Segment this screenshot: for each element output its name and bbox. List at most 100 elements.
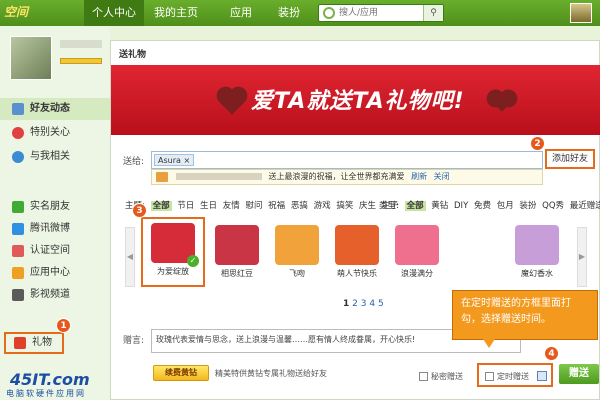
theme-tab[interactable]: 恶搞	[291, 201, 308, 211]
search-submit-button[interactable]: ⚲	[423, 5, 443, 21]
tip-refresh-link[interactable]: 刷新	[411, 172, 427, 181]
heart-icon	[12, 127, 24, 139]
gift-item[interactable]: 相思红豆	[207, 221, 267, 283]
page-link[interactable]: 2	[352, 299, 358, 309]
theme-tab[interactable]: 祝福	[268, 201, 285, 211]
type-tab[interactable]: 包月	[497, 201, 514, 211]
gift-name: 浪漫满分	[401, 269, 433, 278]
type-tab[interactable]: QQ秀	[542, 201, 564, 211]
type-tab[interactable]: 黄钻	[431, 201, 448, 211]
theme-tab[interactable]: 庆生	[359, 201, 376, 211]
banner-text: 爱TA就送TA礼物吧!	[251, 89, 465, 114]
page-link[interactable]: 5	[378, 299, 384, 309]
film-icon	[12, 289, 24, 301]
tip-bar: 送上最浪漫的祝福，让全世界都充满爱 刷新 关闭	[151, 169, 543, 185]
weibo-icon	[12, 223, 24, 235]
gift-name: 相思红豆	[221, 269, 253, 278]
theme-tab[interactable]: 节日	[177, 201, 194, 211]
sidebar-item-app-center[interactable]: 应用中心	[0, 262, 110, 284]
secret-send-label: 秘密赠送	[431, 372, 463, 381]
clover-icon	[12, 201, 24, 213]
theme-tab[interactable]: 生日	[200, 201, 217, 211]
type-filter: 类型: 全部 黄钻 DIY 免费 包月 装扮 QQ秀 最近赠送	[379, 199, 600, 211]
heart-decoration	[219, 89, 245, 115]
sidebar-item-feed[interactable]: 好友动态	[0, 98, 110, 120]
timer-send-checkbox[interactable]	[485, 372, 494, 381]
sidebar-item-label: 特别关心	[30, 127, 70, 138]
nav-decorate[interactable]: 装扮	[270, 0, 308, 26]
gift-next-arrow[interactable]: ▶	[577, 227, 587, 287]
sidebar-item-film[interactable]: 影视频道	[0, 284, 110, 306]
timer-send-label: 定时赠送	[497, 372, 529, 381]
search-box: ⚲	[318, 4, 444, 22]
sidebar-item-gift[interactable]: 礼物	[4, 332, 64, 354]
type-label: 类型:	[379, 201, 399, 211]
theme-tab[interactable]: 友情	[223, 201, 240, 211]
type-tab[interactable]: 免费	[474, 201, 491, 211]
sidebar-item-label: 认证空间	[30, 245, 70, 256]
page-link[interactable]: 3	[361, 299, 367, 309]
gift-item[interactable]: 魔幻香水	[507, 221, 567, 283]
nav-apps[interactable]: 应用	[222, 0, 260, 26]
sidebar-item-special-care[interactable]: 特别关心	[0, 122, 110, 144]
username-blurred	[60, 40, 102, 48]
sidebar-item-label: 应用中心	[30, 267, 70, 278]
step-badge-2: 2	[530, 136, 545, 151]
sidebar-item-related[interactable]: 与我相关	[0, 146, 110, 168]
avatar[interactable]	[10, 36, 52, 80]
type-tab[interactable]: DIY	[454, 201, 468, 211]
theme-tab[interactable]: 游戏	[314, 201, 331, 211]
level-bar	[60, 58, 102, 64]
gift-panel: 送礼物 爱TA就送TA礼物吧! 送给: Asura × 添加好友 送上最浪漫的祝…	[110, 40, 600, 400]
theme-tab[interactable]: 搞笑	[336, 201, 353, 211]
tip-close-link[interactable]: 关闭	[434, 172, 450, 181]
send-button[interactable]: 赠送	[559, 364, 599, 384]
gift-image	[275, 225, 319, 265]
gift-name: 为爱绽放	[157, 267, 189, 276]
page-link[interactable]: 4	[369, 299, 375, 309]
sidebar-item-certified[interactable]: 认证空间	[0, 240, 110, 262]
type-tab[interactable]: 最近赠送	[570, 201, 600, 211]
gift-prev-arrow[interactable]: ◀	[125, 227, 135, 287]
sidebar-item-label: 与我相关	[30, 151, 70, 162]
sidebar-item-weibo[interactable]: 腾讯微博	[0, 218, 110, 240]
recipient-name: Asura	[158, 156, 181, 165]
gift-image	[215, 225, 259, 265]
sidebar-item-real-friends[interactable]: 实名朋友	[0, 196, 110, 218]
logo-text: 空间	[4, 5, 29, 19]
app-logo[interactable]: 空间	[4, 3, 80, 23]
type-tab[interactable]: 装扮	[519, 201, 536, 211]
gift-tip-icon	[156, 172, 168, 182]
vip-promo-text: 精美特供黄钻专属礼物送给好友	[215, 369, 327, 378]
tip-text: 送上最浪漫的祝福，让全世界都充满爱	[268, 172, 405, 181]
message-label: 赠言:	[123, 336, 145, 346]
gift-name: 飞吻	[289, 269, 305, 278]
step-badge-3: 3	[132, 203, 147, 218]
sidebar-item-label: 腾讯微博	[30, 223, 70, 234]
recipient-field[interactable]: Asura ×	[151, 151, 543, 169]
gift-item-selected[interactable]: 为爱绽放 ✓	[141, 217, 205, 287]
gift-image	[335, 225, 379, 265]
add-friend-button[interactable]: 添加好友	[545, 149, 595, 169]
recipient-tag[interactable]: Asura ×	[154, 154, 195, 166]
gift-icon	[14, 337, 26, 349]
gift-name: 萌人节快乐	[337, 269, 377, 278]
secret-send-checkbox[interactable]	[419, 372, 428, 381]
gift-item[interactable]: 飞吻	[267, 221, 327, 283]
step-badge-1: 1	[56, 318, 71, 333]
gift-item[interactable]: 浪漫满分	[387, 221, 447, 283]
calendar-icon[interactable]	[537, 371, 547, 381]
nav-personal-center[interactable]: 个人中心	[84, 0, 144, 26]
theme-tab[interactable]: 全部	[150, 201, 172, 211]
theme-tab[interactable]: 慰问	[245, 201, 262, 211]
nav-my-homepage[interactable]: 我的主页	[146, 0, 206, 26]
gift-banner: 爱TA就送TA礼物吧!	[111, 65, 600, 135]
page-link-current[interactable]: 1	[343, 299, 349, 309]
gift-item[interactable]: 萌人节快乐	[327, 221, 387, 283]
type-tab[interactable]: 全部	[404, 201, 426, 211]
at-icon	[12, 151, 24, 163]
heart-decoration	[492, 92, 512, 112]
watermark-subtitle: 电脑软硬件应用网	[6, 389, 86, 398]
renew-vip-button[interactable]: 续费黄钻	[153, 365, 209, 381]
user-avatar-small[interactable]	[570, 3, 592, 23]
